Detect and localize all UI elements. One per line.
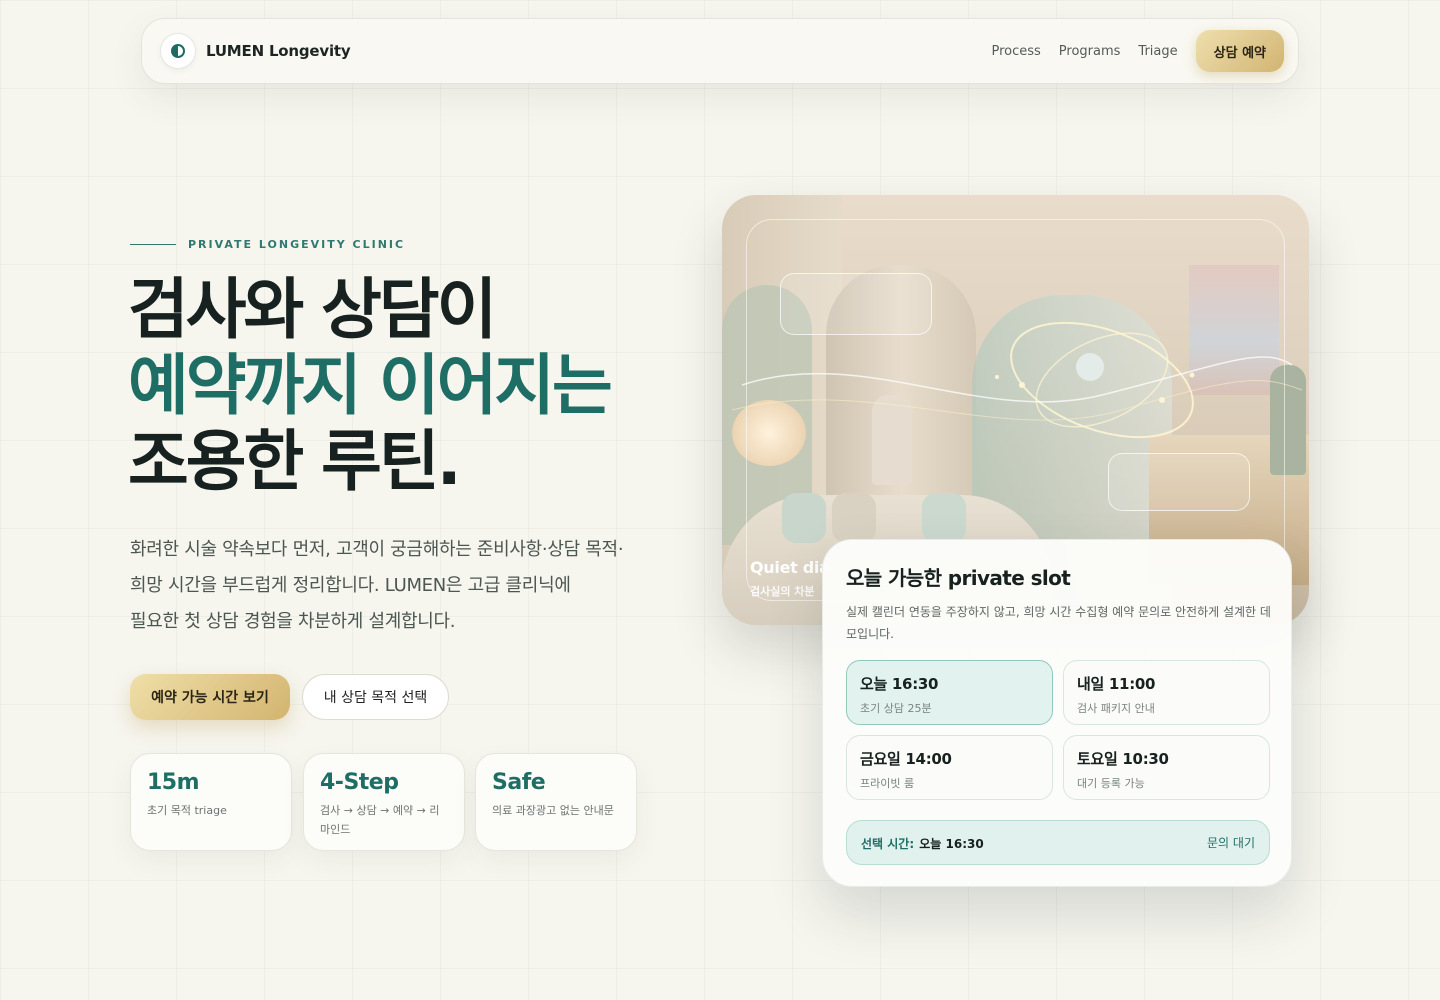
slot-option-saturday-1030[interactable]: 토요일 10:30 대기 등록 가능 bbox=[1063, 735, 1270, 800]
inquiry-status: 문의 대기 bbox=[1207, 836, 1255, 850]
caption-title: Quiet dia bbox=[750, 558, 830, 577]
hero-title: 검사와 상담이 예약까지 이어지는 조용한 루틴. bbox=[128, 272, 708, 500]
slot-time: 오늘 16:30 bbox=[860, 675, 939, 693]
slot-card-description: 실제 캘린더 연동을 주장하지 않고, 희망 시간 수집형 예약 문의로 안전하… bbox=[846, 605, 1271, 641]
slot-time: 금요일 14:00 bbox=[860, 750, 952, 768]
stat-value: 15m bbox=[147, 770, 200, 795]
nav-link-programs[interactable]: Programs bbox=[1059, 44, 1121, 59]
nav-link-process[interactable]: Process bbox=[991, 44, 1040, 59]
nav-link-triage[interactable]: Triage bbox=[1138, 44, 1177, 59]
slot-option-tomorrow-1100[interactable]: 내일 11:00 검사 패키지 안내 bbox=[1063, 660, 1270, 725]
hero-title-line-1: 검사와 상담이 bbox=[128, 271, 497, 348]
stat-card-safe: Safe 의료 과장광고 없는 안내문 bbox=[475, 753, 637, 851]
slot-option-today-1630[interactable]: 오늘 16:30 초기 상담 25분 bbox=[846, 660, 1053, 725]
private-slot-card: 오늘 가능한 private slot 실제 캘린더 연동을 주장하지 않고, … bbox=[822, 539, 1292, 887]
slot-note: 대기 등록 가능 bbox=[1077, 777, 1145, 790]
brand-name[interactable]: LUMEN Longevity bbox=[206, 42, 351, 60]
slot-time: 토요일 10:30 bbox=[1077, 750, 1169, 768]
image-caption: Quiet dia 검사실의 차분 bbox=[750, 558, 830, 599]
eyebrow-line bbox=[130, 244, 176, 245]
hero-desc-line-3: 필요한 첫 상담 경험을 차분하게 설계합니다. bbox=[130, 611, 456, 632]
logo-icon[interactable] bbox=[160, 33, 196, 69]
slot-grid: 오늘 16:30 초기 상담 25분 내일 11:00 검사 패키지 안내 금요… bbox=[846, 660, 1270, 800]
select-purpose-button[interactable]: 내 상담 목적 선택 bbox=[302, 674, 449, 720]
stat-card-steps: 4-Step 검사 → 상담 → 예약 → 리마인드 bbox=[303, 753, 465, 851]
selected-time-status: 선택 시간: 오늘 16:30 문의 대기 bbox=[846, 820, 1270, 865]
eyebrow: PRIVATE LONGEVITY CLINIC bbox=[130, 238, 405, 251]
hero-title-line-2: 예약까지 이어지는 bbox=[128, 347, 613, 424]
slot-note: 프라이빗 룸 bbox=[860, 777, 915, 790]
selected-time-label: 선택 시간: bbox=[861, 837, 915, 851]
stat-value: 4-Step bbox=[320, 770, 399, 795]
hero-description: 화려한 시술 약속보다 먼저, 고객이 궁금해하는 준비사항·상담 목적· 희망… bbox=[130, 532, 670, 640]
caption-subtitle: 검사실의 차분 bbox=[750, 585, 815, 598]
slot-card-title: 오늘 가능한 private slot bbox=[846, 566, 1071, 590]
nav-links: Process Programs Triage 상담 예약 bbox=[991, 30, 1284, 72]
stat-card-triage: 15m 초기 목적 triage bbox=[130, 753, 292, 851]
hero-desc-line-1: 화려한 시술 약속보다 먼저, 고객이 궁금해하는 준비사항·상담 목적· bbox=[130, 539, 624, 560]
stat-label: 의료 과장광고 없는 안내문 bbox=[492, 804, 614, 817]
slot-note: 초기 상담 25분 bbox=[860, 702, 932, 715]
book-consultation-button[interactable]: 상담 예약 bbox=[1195, 30, 1284, 72]
stat-label: 초기 목적 triage bbox=[147, 804, 227, 817]
view-available-times-button[interactable]: 예약 가능 시간 보기 bbox=[130, 674, 290, 720]
hero-title-line-3: 조용한 루틴. bbox=[128, 423, 462, 500]
top-nav: LUMEN Longevity Process Programs Triage … bbox=[141, 18, 1299, 84]
stat-label: 검사 → 상담 → 예약 → 리마인드 bbox=[320, 804, 440, 836]
eyebrow-text: PRIVATE LONGEVITY CLINIC bbox=[188, 238, 406, 251]
slot-time: 내일 11:00 bbox=[1077, 675, 1156, 693]
stat-value: Safe bbox=[492, 770, 546, 795]
slot-note: 검사 패키지 안내 bbox=[1077, 702, 1155, 715]
slot-option-friday-1400[interactable]: 금요일 14:00 프라이빗 룸 bbox=[846, 735, 1053, 800]
hero-desc-line-2: 희망 시간을 부드럽게 정리합니다. LUMEN은 고급 클리닉에 bbox=[130, 575, 571, 596]
selected-time-value: 오늘 16:30 bbox=[919, 837, 984, 851]
